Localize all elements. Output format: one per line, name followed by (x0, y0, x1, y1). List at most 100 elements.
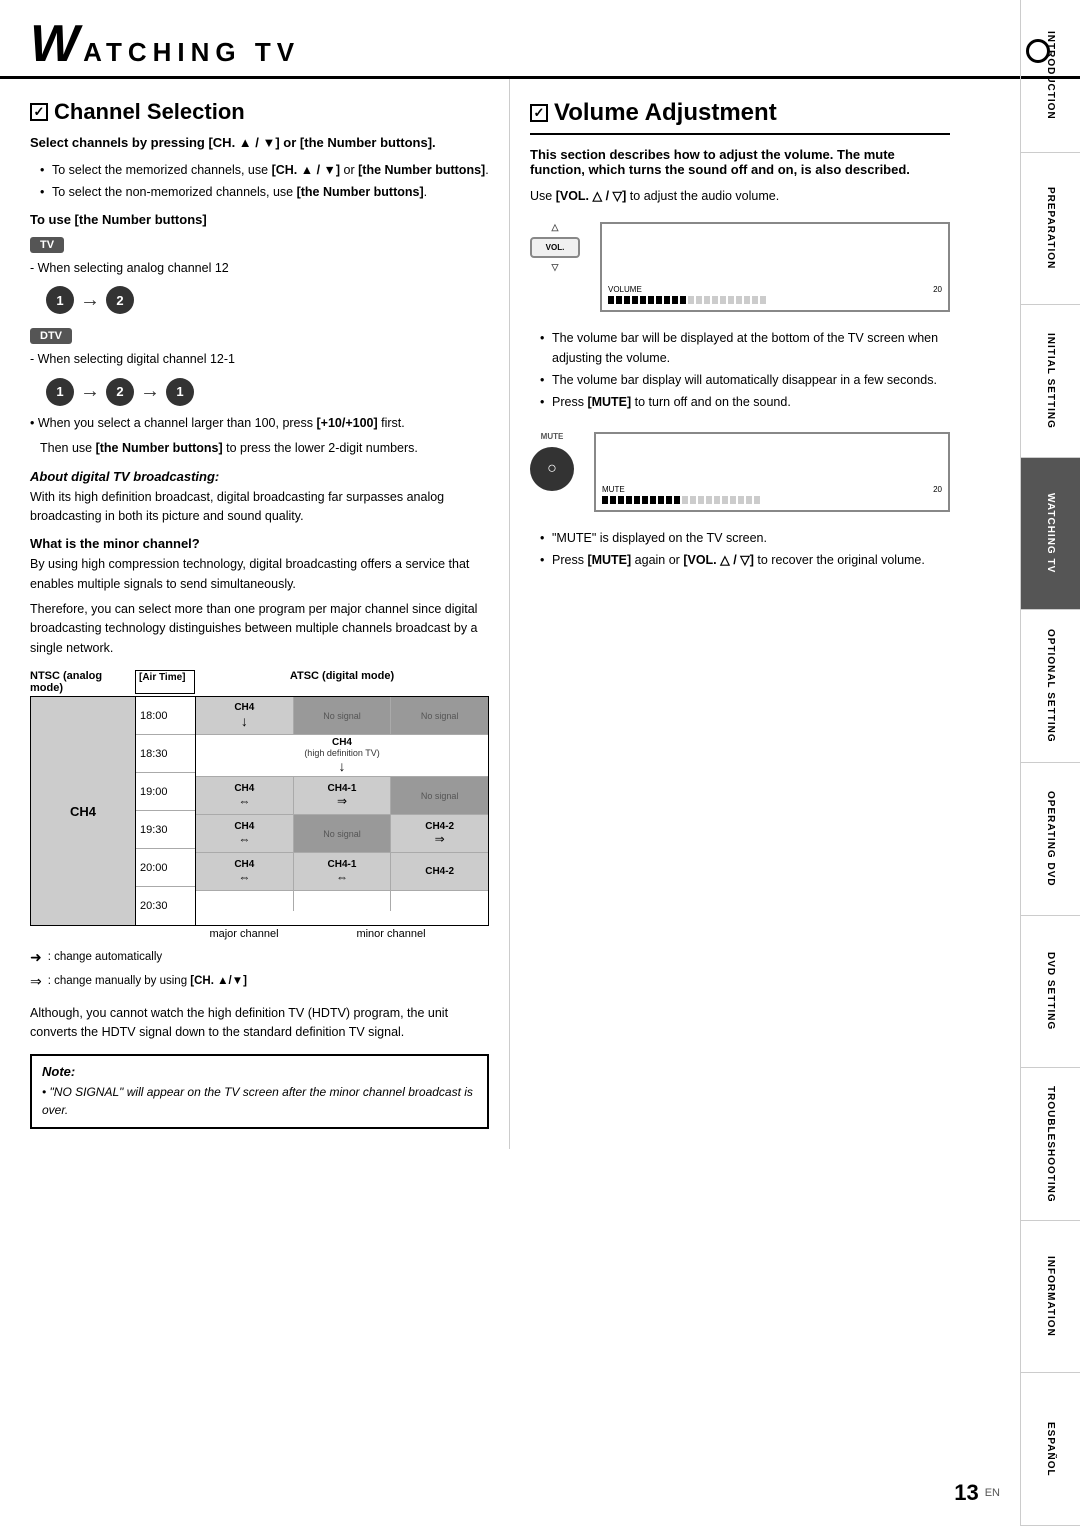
mute-seg-18 (738, 496, 744, 504)
atsc-col: CH4 ↓ No signal No signal CH4 (196, 697, 488, 925)
mute-seg-13 (698, 496, 704, 504)
vol-seg-13 (704, 296, 710, 304)
mute-button-icon: ○ (547, 460, 557, 478)
atsc-cell-2-1: CH4 (high definition TV) ↓ (196, 735, 488, 776)
volume-subtitle: This section describes how to adjust the… (530, 147, 950, 177)
atsc-cell-5-2: CH4-1 ⇔ (294, 853, 392, 890)
volume-divider (530, 133, 950, 135)
vol-seg-19 (752, 296, 758, 304)
atsc-cell-6-3 (391, 891, 488, 911)
sidebar-tab-troubleshooting[interactable]: TROUBLESHOOTING (1021, 1068, 1080, 1221)
mute-text-label: MUTE (602, 485, 625, 494)
sidebar-tabs: INTRODUCTION PREPARATION INITIAL SETTING… (1020, 0, 1080, 1526)
channel-bullet-2: To select the non-memorized channels, us… (40, 182, 489, 202)
vol-seg-11 (688, 296, 694, 304)
left-column: Channel Selection Select channels by pre… (0, 79, 510, 1149)
mute-seg-20 (754, 496, 760, 504)
mute-seg-6 (642, 496, 648, 504)
atsc-cell-5-1: CH4 ⇔ (196, 853, 294, 890)
volume-text-label: VOLUME (608, 285, 642, 294)
larger-channel-text2: Then use [the Number buttons] to press t… (30, 439, 489, 458)
legend: ➜ : change automatically ⇒ : change manu… (30, 946, 489, 994)
mute-seg-16 (722, 496, 728, 504)
sidebar-tab-dvd-setting[interactable]: DVD SETTING (1021, 916, 1080, 1069)
vol-up-label: △ (552, 222, 559, 233)
time-1800: 18:00 (136, 697, 195, 735)
mute-seg-14 (706, 496, 712, 504)
atsc-cell-1-3: No signal (391, 697, 488, 734)
manual-change-icon: ⇒ (30, 970, 42, 994)
atsc-row-1: CH4 ↓ No signal No signal (196, 697, 488, 735)
vol-seg-4 (632, 296, 638, 304)
ntsc-label: NTSC (analog mode) (30, 670, 135, 694)
vol-bar-track (608, 296, 942, 304)
sidebar-tab-operating-dvd[interactable]: OPERATING DVD (1021, 763, 1080, 916)
channel-title-text: Channel Selection (54, 99, 245, 125)
vol-seg-16 (728, 296, 734, 304)
vol-seg-15 (720, 296, 726, 304)
volume-title-text: Volume Adjustment (554, 99, 777, 127)
vol-seg-10 (680, 296, 686, 304)
major-channel-label: major channel (195, 928, 293, 940)
vol-seg-14 (712, 296, 718, 304)
time-1930: 19:30 (136, 811, 195, 849)
vol-seg-3 (624, 296, 630, 304)
minor-channel-text2: Therefore, you can select more than one … (30, 600, 489, 658)
vol-bar-header: VOLUME 20 (608, 285, 942, 294)
atsc-row-6 (196, 891, 488, 911)
analog-arrow-1: → (80, 289, 100, 312)
sidebar-tab-information[interactable]: INFORMATION (1021, 1221, 1080, 1374)
atsc-cell-3-3: No signal (391, 777, 488, 814)
legend-row-2: ⇒ : change manually by using [CH. ▲/▼] (30, 970, 489, 994)
atsc-cell-5-3: CH4-2 (391, 853, 488, 890)
mute-diagram: MUTE ○ MUTE 20 (530, 432, 950, 512)
time-col: 18:00 18:30 19:00 19:30 20:00 20:30 (136, 697, 196, 925)
note-title: Note: (42, 1064, 477, 1079)
vol-seg-8 (664, 296, 670, 304)
sidebar-tab-watching-tv[interactable]: WATCHING TV (1021, 458, 1080, 611)
mute-seg-17 (730, 496, 736, 504)
channel-type-labels: major channel minor channel (30, 928, 489, 940)
channel-diagram: NTSC (analog mode) [Air Time] ATSC (digi… (30, 670, 489, 940)
mute-number: 20 (933, 485, 942, 494)
digital-btn-2: 2 (106, 378, 134, 406)
minor-channel-label: minor channel (293, 928, 489, 940)
digital-arrow-2: → (140, 380, 160, 403)
sidebar-tab-preparation[interactable]: PREPARATION (1021, 153, 1080, 306)
digital-btn-3: 1 (166, 378, 194, 406)
legend-row-1: ➜ : change automatically (30, 946, 489, 970)
mute-seg-2 (610, 496, 616, 504)
atsc-cell-6-2 (294, 891, 392, 911)
diagram-body: CH4 18:00 18:30 19:00 19:30 20:00 20:30 (30, 696, 489, 926)
diagram-header: NTSC (analog mode) [Air Time] ATSC (digi… (30, 670, 489, 694)
vol-seg-6 (648, 296, 654, 304)
sidebar-tab-optional-setting[interactable]: OPTIONAL SETTING (1021, 610, 1080, 763)
atsc-label: ATSC (digital mode) (195, 670, 489, 694)
volume-diagram: △ VOL. ▽ VOLUME 20 (530, 222, 950, 312)
vol-remote-label: VOL. (540, 243, 570, 252)
mute-seg-1 (602, 496, 608, 504)
time-2030: 20:30 (136, 887, 195, 925)
note-box: Note: • "NO SIGNAL" will appear on the T… (30, 1054, 489, 1129)
vol-bar-area: VOLUME 20 (608, 285, 942, 304)
mute-bar-header: MUTE 20 (602, 485, 942, 494)
time-2000: 20:00 (136, 849, 195, 887)
main-content: Channel Selection Select channels by pre… (0, 79, 1080, 1149)
mute-control-label: MUTE (541, 432, 564, 441)
right-column: Volume Adjustment This section describes… (510, 79, 970, 1149)
digital-btn-1: 1 (46, 378, 74, 406)
sidebar-tab-initial-setting[interactable]: INITIAL SETTING (1021, 305, 1080, 458)
page-number: 13 (954, 1480, 978, 1506)
airtime-label: [Air Time] (135, 670, 195, 694)
mute-bullet-1: "MUTE" is displayed on the TV screen. (540, 528, 950, 548)
atsc-cell-6-1 (196, 891, 294, 911)
header-w-letter: W (30, 18, 79, 70)
mute-seg-19 (746, 496, 752, 504)
atsc-cell-4-2: No signal (294, 815, 392, 852)
vol-seg-17 (736, 296, 742, 304)
minor-channel-text1: By using high compression technology, di… (30, 555, 489, 594)
sidebar-tab-espanol[interactable]: ESPAÑOL (1021, 1373, 1080, 1526)
ntsc-channel: CH4 (70, 804, 96, 819)
sidebar-tab-introduction[interactable]: INTRODUCTION (1021, 0, 1080, 153)
atsc-cell-1-1: CH4 ↓ (196, 697, 294, 734)
